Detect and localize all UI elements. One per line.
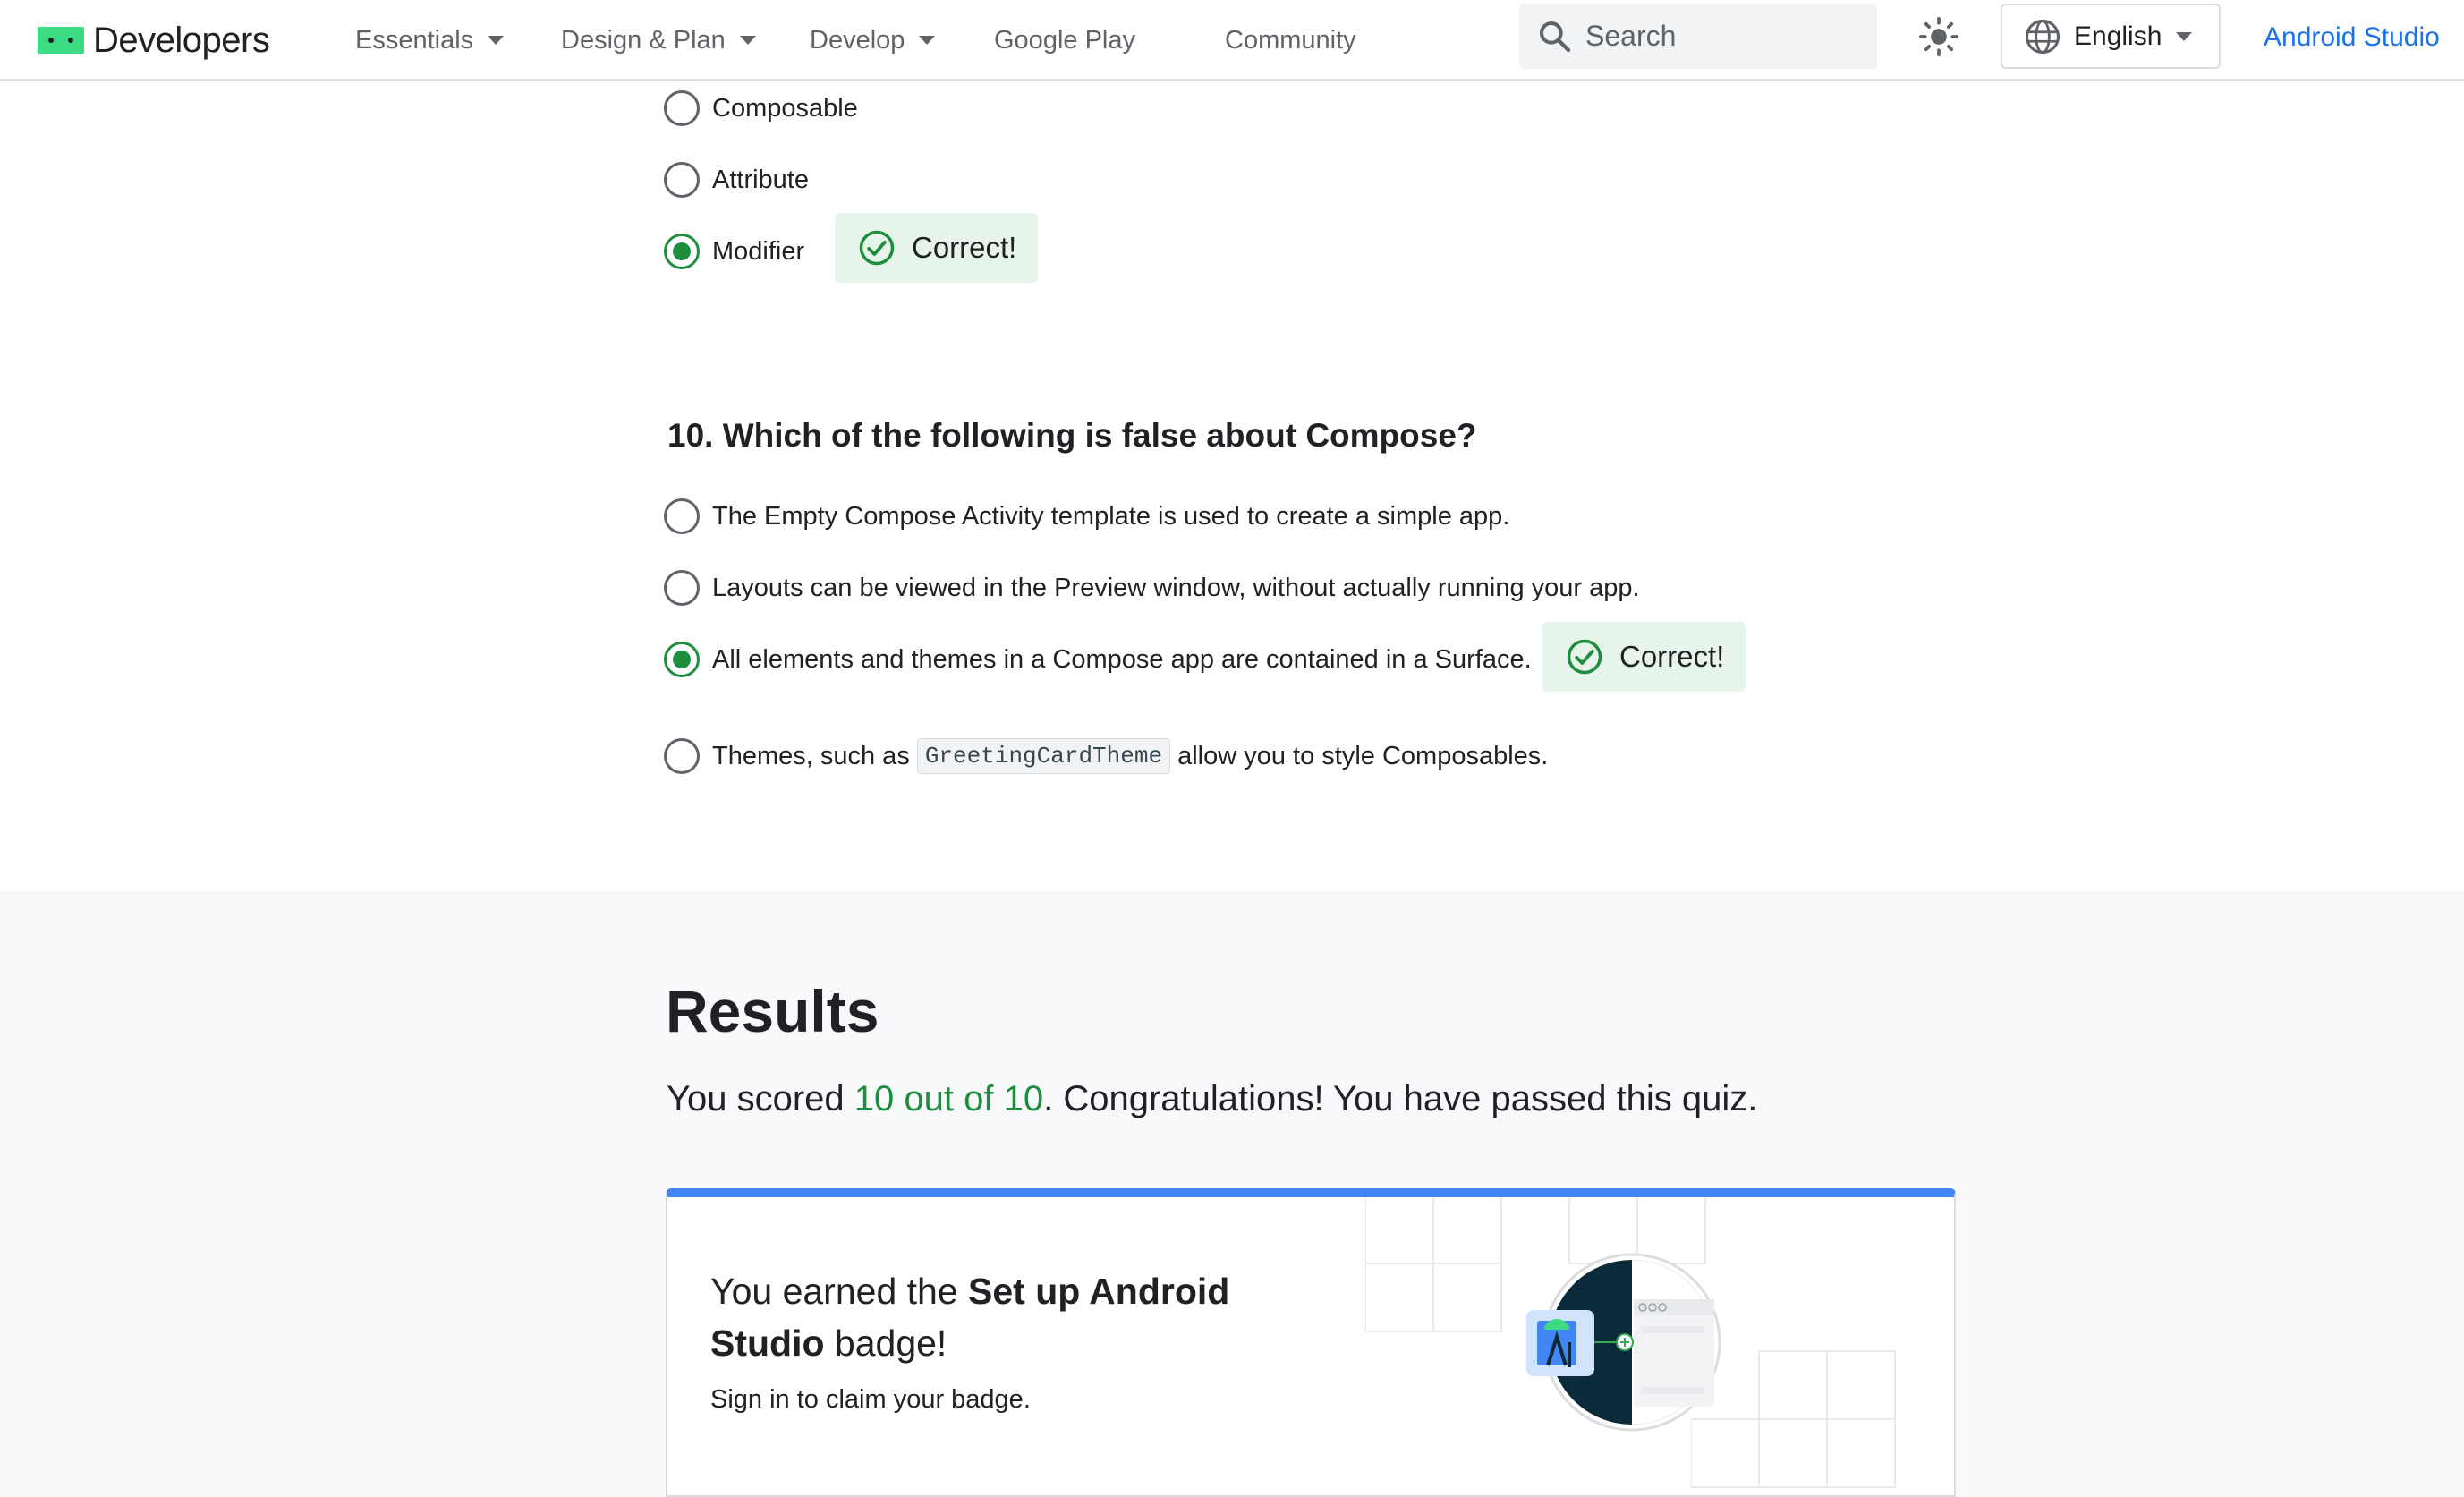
nav-develop-label: Develop bbox=[810, 25, 905, 55]
nav-design-plan[interactable]: Design & Plan bbox=[561, 20, 756, 61]
developers-logo[interactable]: Developers bbox=[38, 16, 270, 64]
nav-google-play[interactable]: Google Play bbox=[994, 20, 1135, 61]
q9-correct-feedback: Correct! bbox=[835, 213, 1039, 283]
q10-option-2[interactable]: Layouts can be viewed in the Preview win… bbox=[664, 565, 1640, 611]
theme-toggle-button[interactable] bbox=[1915, 13, 1963, 61]
chevron-down-icon bbox=[739, 36, 756, 45]
question-10-title: 10. Which of the following is false abou… bbox=[667, 417, 1477, 454]
code-snippet: GreetingCardTheme bbox=[916, 738, 1171, 774]
nav-essentials[interactable]: Essentials bbox=[355, 20, 505, 61]
badge-suffix: badge! bbox=[824, 1323, 947, 1364]
q9-option-attribute[interactable]: Attribute bbox=[664, 157, 809, 203]
option-label: The Empty Compose Activity template is u… bbox=[712, 501, 1510, 531]
option-label: Layouts can be viewed in the Preview win… bbox=[712, 573, 1640, 602]
radio-button[interactable] bbox=[664, 90, 700, 126]
badge-prefix: You earned the bbox=[710, 1271, 969, 1312]
radio-button[interactable] bbox=[664, 570, 700, 606]
nav-design-plan-label: Design & Plan bbox=[561, 25, 726, 55]
chevron-down-icon bbox=[488, 36, 505, 45]
score-text: You scored 10 out of 10. Congratulations… bbox=[667, 1079, 1757, 1119]
q9-option-modifier[interactable]: Modifier bbox=[664, 228, 804, 275]
chevron-down-icon bbox=[2176, 31, 2193, 41]
q9-option-composable[interactable]: Composable bbox=[664, 85, 858, 132]
language-selector[interactable]: English bbox=[2001, 4, 2221, 69]
nav-google-play-label: Google Play bbox=[994, 25, 1135, 55]
top-nav: Developers Essentials Design & Plan Deve… bbox=[0, 0, 2464, 81]
radio-button[interactable] bbox=[664, 498, 700, 534]
search-icon bbox=[1540, 21, 1571, 52]
score-value: 10 out of 10 bbox=[854, 1079, 1044, 1118]
badge-card: You earned the Set up Android Studio bad… bbox=[666, 1188, 1956, 1497]
nav-community-label: Community bbox=[1225, 25, 1356, 55]
chevron-down-icon bbox=[919, 36, 936, 45]
radio-button-selected[interactable] bbox=[664, 642, 700, 677]
feedback-text: Correct! bbox=[1619, 640, 1725, 673]
nav-community[interactable]: Community bbox=[1225, 20, 1356, 61]
badge-sign-in-text: Sign in to claim your badge. bbox=[710, 1385, 1031, 1414]
option-label: Composable bbox=[712, 93, 858, 123]
sun-icon bbox=[1918, 16, 1959, 57]
globe-icon bbox=[2025, 19, 2060, 54]
nav-essentials-label: Essentials bbox=[355, 25, 474, 55]
radio-button[interactable] bbox=[664, 162, 700, 198]
q10-correct-feedback: Correct! bbox=[1542, 622, 1746, 692]
android-studio-link[interactable]: Android Studio bbox=[2264, 20, 2440, 55]
score-suffix: . Congratulations! You have passed this … bbox=[1043, 1079, 1758, 1118]
search-box[interactable] bbox=[1519, 4, 1877, 69]
check-circle-icon bbox=[859, 230, 895, 266]
score-prefix: You scored bbox=[667, 1079, 854, 1118]
feedback-text: Correct! bbox=[912, 231, 1017, 264]
option-label-before: Themes, such as bbox=[712, 741, 910, 770]
option-label: Modifier bbox=[712, 236, 805, 266]
check-circle-icon bbox=[1567, 639, 1602, 675]
badge-earned-text: You earned the Set up Android Studio bad… bbox=[710, 1265, 1265, 1369]
option-label: Attribute bbox=[712, 165, 809, 194]
option-label-after: allow you to style Composables. bbox=[1177, 741, 1549, 770]
radio-button[interactable] bbox=[664, 738, 700, 774]
search-input[interactable] bbox=[1585, 20, 1854, 53]
language-label: English bbox=[2074, 21, 2162, 51]
android-studio-badge-icon bbox=[1526, 1253, 1721, 1432]
q10-option-4[interactable]: Themes, such as GreetingCardTheme allow … bbox=[664, 733, 1548, 779]
q10-option-3[interactable]: All elements and themes in a Compose app… bbox=[664, 636, 1532, 683]
android-logo-icon bbox=[38, 27, 84, 54]
nav-develop[interactable]: Develop bbox=[810, 20, 936, 61]
q10-option-1[interactable]: The Empty Compose Activity template is u… bbox=[664, 493, 1509, 540]
radio-button-selected[interactable] bbox=[664, 234, 700, 269]
brand-name: Developers bbox=[93, 20, 270, 60]
results-title: Results bbox=[666, 978, 879, 1044]
option-label: All elements and themes in a Compose app… bbox=[712, 644, 1532, 674]
